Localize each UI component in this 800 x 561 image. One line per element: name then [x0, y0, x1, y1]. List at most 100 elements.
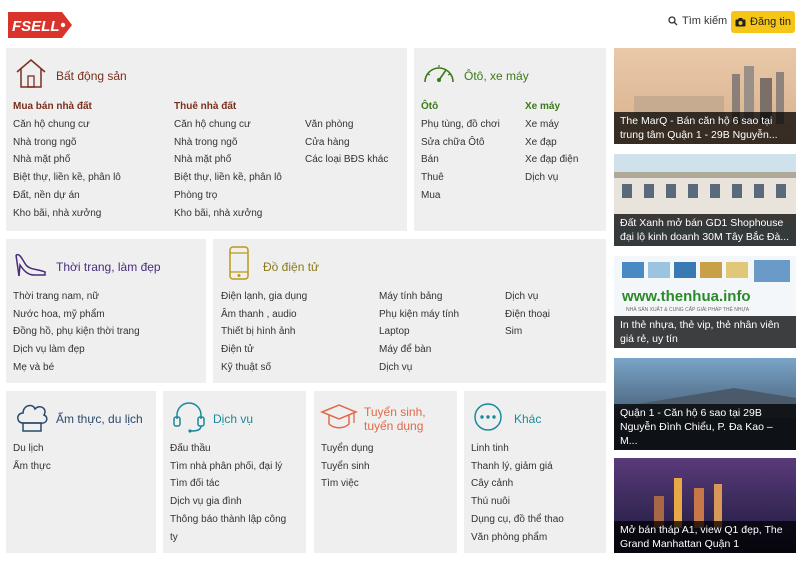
ad-banner-4[interactable]: Quận 1 - Căn hộ 6 sao tại 29B Nguyễn Đìn… [614, 358, 796, 450]
logo-text: FSELL [12, 18, 60, 35]
list-item[interactable]: Bán [421, 151, 500, 169]
list-item[interactable]: Sửa chữa Ôtô [421, 134, 500, 152]
search-label: Tìm kiếm [682, 15, 728, 27]
list-item[interactable]: Các loại BĐS khác [305, 151, 388, 169]
panel-title[interactable]: Bất động sản [56, 69, 127, 83]
list-item[interactable]: Xe đạp [525, 134, 578, 152]
ts-list: Tuyển dụng Tuyển sinh Tìm việc [321, 440, 373, 493]
list-item[interactable]: Sim [505, 323, 550, 341]
list-item[interactable]: Căn hộ chung cư [174, 116, 282, 134]
list-item[interactable]: Du lịch [13, 440, 51, 458]
list-item[interactable]: Đất, nền dự án [13, 187, 121, 205]
list-item[interactable]: Điện thoại [505, 306, 550, 324]
tt-list: Thời trang nam, nữ Nước hoa, mỹ phẩm Đồn… [13, 288, 140, 377]
list-item[interactable]: Kỹ thuật số [221, 359, 307, 377]
headset-icon [173, 402, 205, 433]
search-link[interactable]: Tìm kiếm [668, 15, 727, 27]
list-item[interactable]: Tuyển sinh [321, 458, 373, 476]
oto-heading[interactable]: Ôtô [421, 98, 438, 116]
ad-banner-2[interactable]: Đất Xanh mở bán GD1 Shophouse đại lộ kin… [614, 154, 796, 246]
list-item[interactable]: Kho bãi, nhà xưởng [13, 205, 121, 223]
bds-list-thue: Căn hộ chung cư Nhà trong ngõ Nhà mặt ph… [174, 116, 282, 222]
list-item[interactable]: Thú nuôi [471, 493, 564, 511]
bds-col-thue: Thuê nhà đất [174, 98, 236, 117]
ad-banner-text: www.thenhua.info [622, 288, 751, 305]
post-ad-button[interactable]: Đăng tin [731, 11, 795, 33]
dt-list-2: Máy tính bảng Phụ kiện máy tính Laptop M… [379, 288, 459, 377]
panel-title-line2: tuyển dụng [364, 419, 424, 433]
list-item[interactable]: Dịch vụ [525, 169, 578, 187]
list-item[interactable]: Căn hộ chung cư [13, 116, 121, 134]
bds-list-mua-ban: Căn hộ chung cư Nhà trong ngõ Nhà mặt ph… [13, 116, 121, 222]
list-item[interactable]: Điện tử [221, 341, 307, 359]
list-item[interactable]: ty [170, 529, 286, 547]
smartphone-icon [229, 246, 249, 280]
panel-title[interactable]: Tuyển sinh, tuyển dụng [364, 405, 426, 433]
list-item[interactable]: Laptop [379, 323, 459, 341]
list-item[interactable]: Kho bãi, nhà xưởng [174, 205, 282, 223]
panel-thoi-trang: Thời trang, làm đẹp Thời trang nam, nữ N… [6, 239, 206, 383]
list-item[interactable]: Thông báo thành lập công [170, 511, 286, 529]
list-item[interactable]: Đồng hồ, phụ kiện thời trang [13, 323, 140, 341]
list-item[interactable]: Dịch vụ [505, 288, 550, 306]
kh-list: Linh tinh Thanh lý, giảm giá Cây cảnh Th… [471, 440, 564, 546]
house-icon [16, 59, 46, 88]
list-item[interactable]: Tìm đối tác [170, 475, 286, 493]
list-item[interactable]: Biệt thự, liền kề, phân lô [174, 169, 282, 187]
list-item[interactable]: Thanh lý, giảm giá [471, 458, 564, 476]
list-item[interactable]: Âm thanh , audio [221, 306, 307, 324]
list-item[interactable]: Nhà trong ngõ [174, 134, 282, 152]
panel-title[interactable]: Dịch vụ [213, 412, 253, 426]
bds-mua-ban-heading[interactable]: Mua bán nhà đất [13, 98, 92, 116]
ad-banner-1[interactable]: The MarQ - Bán căn hộ 6 sao tại trung tâ… [614, 48, 796, 144]
list-item[interactable]: Phụ tùng, đồ chơi [421, 116, 500, 134]
list-item[interactable]: Biệt thự, liền kề, phân lô [13, 169, 121, 187]
list-item[interactable]: Cửa hàng [305, 134, 388, 152]
list-item[interactable]: Thuê [421, 169, 500, 187]
list-item[interactable]: Thời trang nam, nữ [13, 288, 140, 306]
list-item[interactable]: Linh tinh [471, 440, 564, 458]
list-item[interactable]: Văn phòng [305, 116, 388, 134]
list-item[interactable]: Dụng cụ, đồ thể thao [471, 511, 564, 529]
list-item[interactable]: Máy tính bảng [379, 288, 459, 306]
list-item[interactable]: Xe đạp điện [525, 151, 578, 169]
list-item[interactable]: Nước hoa, mỹ phẩm [13, 306, 140, 324]
list-item[interactable]: Phòng trọ [174, 187, 282, 205]
panel-title[interactable]: Ôtô, xe máy [464, 69, 529, 83]
list-item[interactable]: Tìm việc [321, 475, 373, 493]
list-item[interactable]: Dịch vụ làm đẹp [13, 341, 140, 359]
post-ad-label: Đăng tin [750, 16, 791, 28]
ad-banner-5[interactable]: Mở bán tháp A1, view Q1 đẹp, The Grand M… [614, 458, 796, 553]
list-item[interactable]: Dịch vụ [379, 359, 459, 377]
list-item[interactable]: Điện lạnh, gia dụng [221, 288, 307, 306]
xe-may-heading[interactable]: Xe máy [525, 98, 560, 116]
list-item[interactable]: Nhà mặt phố [174, 151, 282, 169]
panel-title[interactable]: Thời trang, làm đẹp [56, 260, 161, 274]
search-icon [668, 16, 678, 26]
list-item[interactable]: Cây cảnh [471, 475, 564, 493]
list-item[interactable]: Ẩm thực [13, 458, 51, 476]
list-item[interactable]: Tìm nhà phân phối, đại lý [170, 458, 286, 476]
panel-title[interactable]: Đồ điện tử [263, 260, 319, 274]
list-item[interactable]: Phụ kiện máy tính [379, 306, 459, 324]
list-item[interactable]: Mua [421, 187, 500, 205]
list-item[interactable]: Tuyển dụng [321, 440, 373, 458]
list-item[interactable]: Mẹ và bé [13, 359, 140, 377]
panel-title[interactable]: Khác [514, 412, 541, 426]
list-item[interactable]: Thiết bị hình ảnh [221, 323, 307, 341]
ad-caption: The MarQ - Bán căn hộ 6 sao tại trung tâ… [614, 112, 796, 144]
bds-col-mua-ban: Mua bán nhà đất [13, 98, 92, 117]
ad-banner-3[interactable]: www.thenhua.info NHÀ SẢN XUẤT & CUNG CẤP… [614, 256, 796, 348]
list-item[interactable]: Văn phòng phẩm [471, 529, 564, 547]
chef-hat-icon [17, 404, 48, 432]
oto-list: Phụ tùng, đồ chơi Sửa chữa Ôtô Bán Thuê … [421, 116, 500, 205]
fsell-logo[interactable]: FSELL [6, 10, 74, 40]
list-item[interactable]: Đấu thầu [170, 440, 286, 458]
list-item[interactable]: Nhà trong ngõ [13, 134, 121, 152]
list-item[interactable]: Dịch vụ gia đình [170, 493, 286, 511]
list-item[interactable]: Xe máy [525, 116, 578, 134]
bds-thue-heading[interactable]: Thuê nhà đất [174, 98, 236, 116]
panel-title[interactable]: Ẩm thực, du lịch [56, 412, 143, 426]
list-item[interactable]: Máy để bàn [379, 341, 459, 359]
list-item[interactable]: Nhà mặt phố [13, 151, 121, 169]
